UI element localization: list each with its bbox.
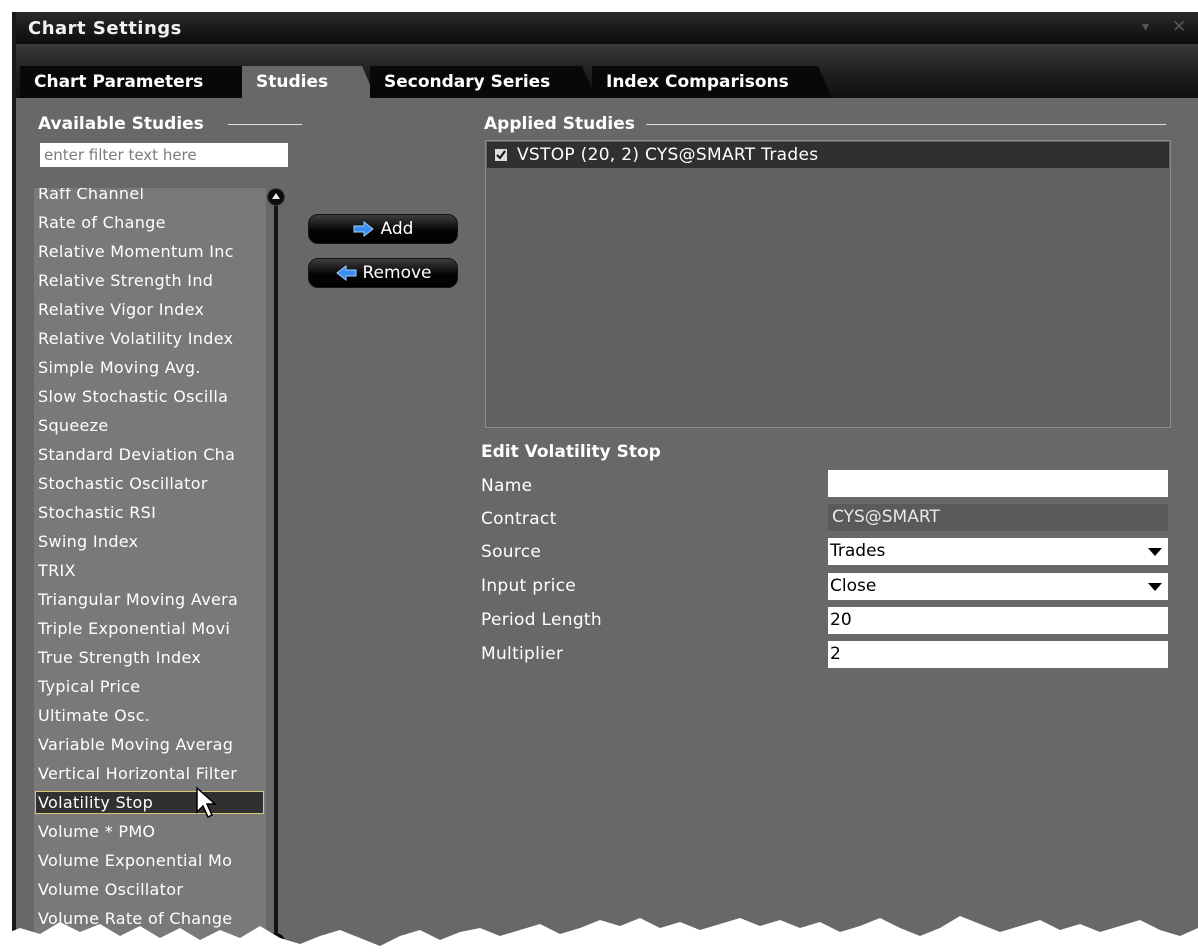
screenshot-frame: Chart Settings ▾ ✕ Chart Parameters Stud…	[0, 0, 1198, 952]
torn-edge-decoration	[0, 916, 1198, 952]
